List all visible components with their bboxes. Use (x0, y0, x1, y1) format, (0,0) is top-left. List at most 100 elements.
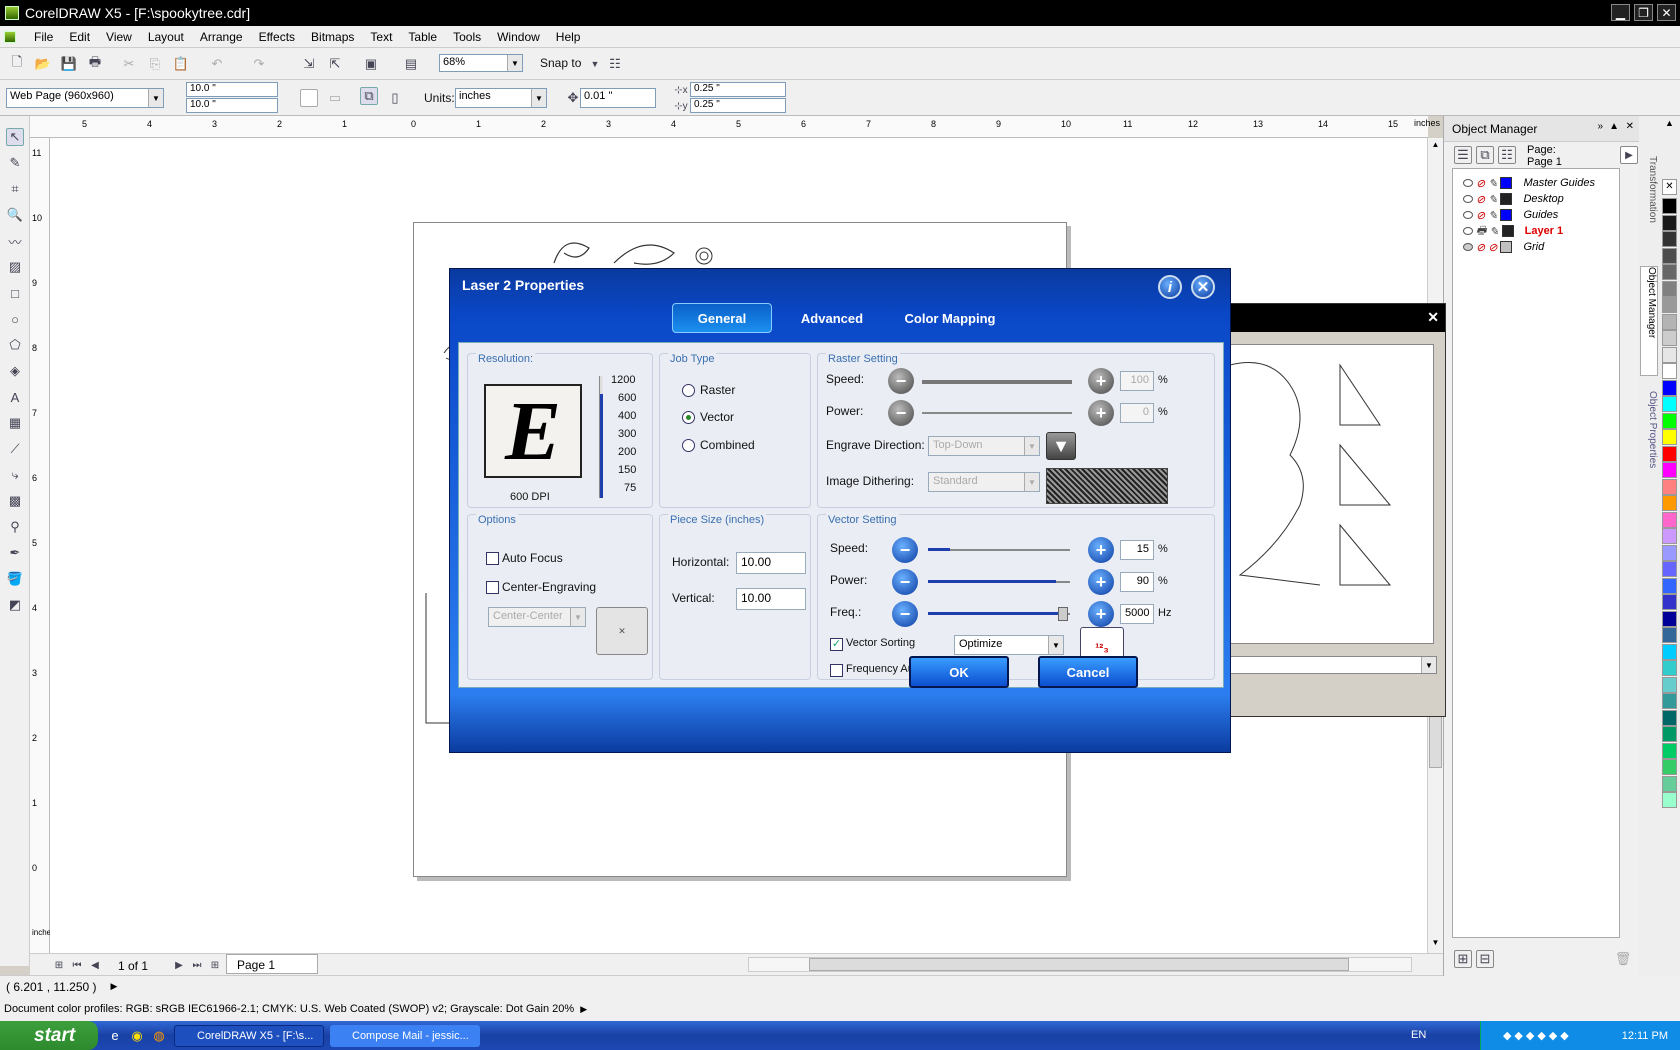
start-button[interactable]: start (0, 1021, 98, 1050)
color-swatch[interactable] (1662, 511, 1677, 528)
landscape-icon[interactable]: ▭ (326, 89, 344, 107)
menu-table[interactable]: Table (400, 30, 445, 44)
no-color-swatch[interactable]: ✕ (1662, 179, 1677, 195)
minimize-button[interactable]: ▁ (1611, 4, 1630, 21)
menu-view[interactable]: View (98, 30, 140, 44)
outline-tool-icon[interactable]: ✒ (6, 544, 24, 562)
resolution-slider-track[interactable] (599, 376, 605, 498)
color-swatch[interactable] (1662, 198, 1677, 214)
tab-color-mapping[interactable]: Color Mapping (890, 303, 1010, 333)
combined-radio[interactable] (682, 439, 695, 452)
frequency-automatic-checkbox[interactable] (830, 664, 843, 677)
color-swatch[interactable] (1662, 693, 1677, 709)
frequency-slider-thumb[interactable] (1058, 607, 1068, 621)
fill-tool-icon[interactable]: 🪣 (6, 570, 24, 588)
vertical-ruler[interactable]: 11 10 9 8 7 6 5 4 3 2 1 0 inches (30, 138, 55, 953)
layer-row-layer-1[interactable]: 🖶 ✎ Layer 1 (1463, 223, 1563, 239)
close-docker-icon[interactable]: ✕ (1626, 121, 1634, 132)
vector-speed-minus-icon[interactable]: − (892, 537, 918, 563)
color-swatch[interactable] (1662, 544, 1677, 561)
document-icon[interactable] (4, 30, 16, 43)
vector-sorting-label[interactable]: Vector Sorting (846, 637, 915, 649)
tray-icons[interactable]: ◆◆◆◆◆◆ (1503, 1029, 1572, 1042)
eyedropper-tool-icon[interactable]: ⚲ (6, 518, 24, 536)
raster-speed-plus-icon[interactable]: + (1088, 368, 1114, 394)
resolution-tick[interactable]: 600 (618, 392, 636, 404)
raster-power-plus-icon[interactable]: + (1088, 400, 1114, 426)
menu-text[interactable]: Text (362, 30, 400, 44)
new-master-layer-icon[interactable]: ⊟ (1476, 950, 1494, 968)
center-position-grid-icon[interactable]: ✕ (596, 607, 648, 655)
polygon-tool-icon[interactable]: ⬠ (6, 336, 24, 354)
printer-icon[interactable]: 🖶 (1476, 222, 1486, 241)
profiles-arrow-icon[interactable]: ▶ (580, 1004, 587, 1015)
close-button[interactable]: ✕ (1657, 4, 1676, 21)
raster-radio[interactable] (682, 384, 695, 397)
current-page-icon[interactable]: ▯ (386, 89, 404, 107)
layer-manager-view-icon[interactable]: ☷ (1498, 146, 1516, 164)
object-properties-docker-tab[interactable]: Object Properties (1640, 391, 1658, 501)
color-swatch[interactable] (1662, 264, 1677, 280)
dialog-close-icon[interactable]: ✕ (1191, 275, 1215, 299)
import-icon[interactable]: ⇲ (300, 55, 318, 73)
menu-window[interactable]: Window (489, 30, 548, 44)
color-swatch[interactable] (1662, 792, 1677, 808)
color-swatch[interactable] (1662, 594, 1677, 610)
preview-close-icon[interactable]: ✕ (1427, 309, 1439, 326)
options-icon[interactable]: ☷ (606, 55, 624, 73)
next-page-icon[interactable]: ▶ (170, 956, 188, 974)
color-swatch[interactable] (1662, 330, 1677, 346)
color-profiles-text[interactable]: Document color profiles: RGB: sRGB IEC61… (4, 1003, 574, 1015)
menu-edit[interactable]: Edit (61, 30, 98, 44)
delete-icon[interactable]: 🗑 (1614, 950, 1632, 968)
combined-label[interactable]: Combined (700, 438, 755, 452)
visibility-eye-icon[interactable] (1463, 243, 1473, 251)
last-page-icon[interactable]: ⏭ (188, 956, 206, 974)
layer-name[interactable]: Master Guides (1523, 177, 1595, 189)
zoom-tool-icon[interactable]: 🔍 (6, 206, 24, 224)
raster-power-minus-icon[interactable]: − (888, 400, 914, 426)
vector-speed-value[interactable]: 15 (1120, 540, 1154, 560)
page-width-field[interactable]: 10.0 " (186, 82, 278, 97)
color-swatch[interactable] (1662, 643, 1677, 660)
print-icon[interactable]: 🖶 (86, 54, 104, 73)
paste-icon[interactable]: 📋 (172, 55, 190, 73)
raster-speed-slider[interactable] (922, 380, 1072, 384)
interactive-fill-tool-icon[interactable]: ◩ (6, 596, 24, 614)
color-swatch[interactable] (1662, 247, 1677, 264)
vector-power-plus-icon[interactable]: + (1088, 569, 1114, 595)
scroll-up-icon[interactable]: ▲ (1430, 140, 1441, 150)
add-page-after-icon[interactable]: ⊞ (206, 956, 224, 974)
pick-tool-icon[interactable]: ↖ (6, 128, 24, 146)
color-swatch[interactable] (1662, 412, 1677, 429)
center-position-select[interactable]: Center-Center ▼ (488, 607, 586, 627)
undo-icon[interactable]: ↶ (208, 55, 226, 73)
edit-across-layers-icon[interactable]: ⧉ (1476, 146, 1494, 164)
nudge-distance-field[interactable]: 0.01 " (580, 88, 656, 108)
vector-power-minus-icon[interactable]: − (892, 569, 918, 595)
horizontal-size-input[interactable]: 10.00 (736, 552, 806, 574)
edit-pencil-icon[interactable]: ✎ (1488, 193, 1497, 206)
status-expand-icon[interactable]: ▶ (111, 981, 118, 992)
previous-page-icon[interactable]: ◀ (86, 956, 104, 974)
edit-pencil-icon[interactable]: ✎ (1489, 225, 1498, 238)
print-disabled-icon[interactable]: ⊘ (1476, 241, 1485, 254)
transformation-docker-tab[interactable]: Transformation (1640, 156, 1658, 256)
raster-power-value[interactable]: 0 (1120, 403, 1154, 423)
layer-row-desktop[interactable]: ⊘ ✎ Desktop (1463, 191, 1564, 207)
color-swatch[interactable] (1662, 577, 1677, 594)
connector-tool-icon[interactable]: ⤷ (6, 466, 24, 484)
cancel-button[interactable]: Cancel (1038, 656, 1138, 688)
edit-pencil-icon[interactable]: ✎ (1488, 177, 1497, 190)
menu-effects[interactable]: Effects (251, 30, 303, 44)
cut-icon[interactable]: ✂ (120, 55, 138, 73)
color-swatch[interactable] (1662, 445, 1677, 462)
visibility-eye-icon[interactable] (1463, 179, 1473, 187)
print-disabled-icon[interactable]: ⊘ (1476, 177, 1485, 190)
print-disabled-icon[interactable]: ⊘ (1476, 209, 1485, 222)
raster-speed-minus-icon[interactable]: − (888, 368, 914, 394)
duplicate-distance-x-field[interactable]: 0.25 " (690, 82, 786, 97)
vector-sorting-select[interactable]: Optimize ▼ (954, 635, 1064, 655)
page-tab[interactable]: Page 1 (226, 954, 318, 974)
welcome-screen-icon[interactable]: ▤ (402, 55, 420, 73)
